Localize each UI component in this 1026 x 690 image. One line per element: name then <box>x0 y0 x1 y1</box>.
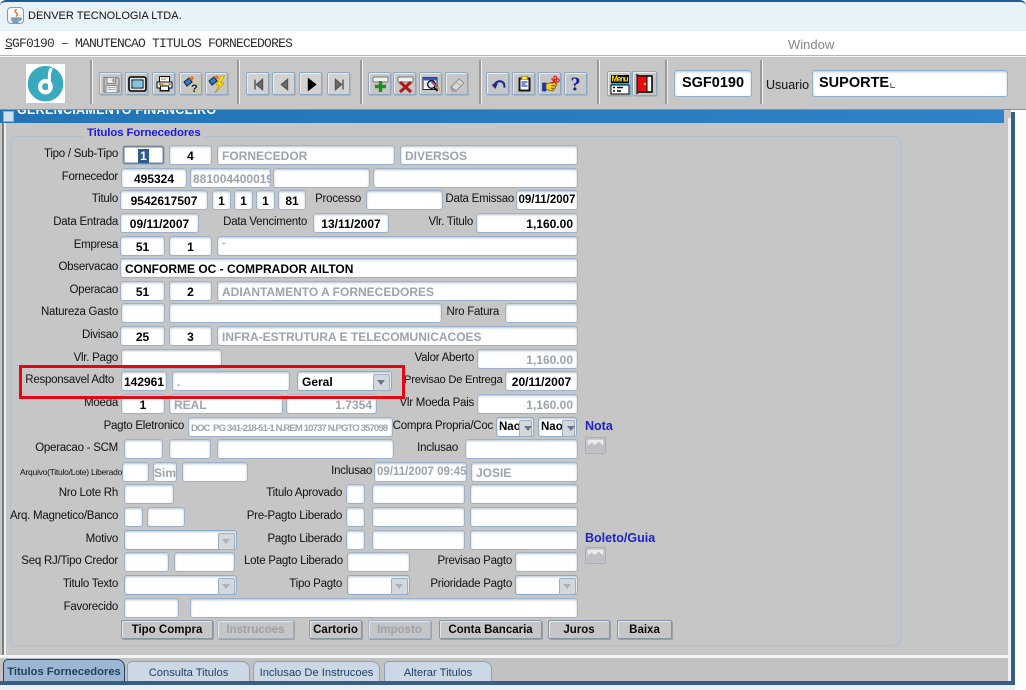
svg-text:?: ? <box>191 83 198 94</box>
svg-text:?: ? <box>571 75 581 94</box>
svg-text:Menu: Menu <box>612 75 629 84</box>
